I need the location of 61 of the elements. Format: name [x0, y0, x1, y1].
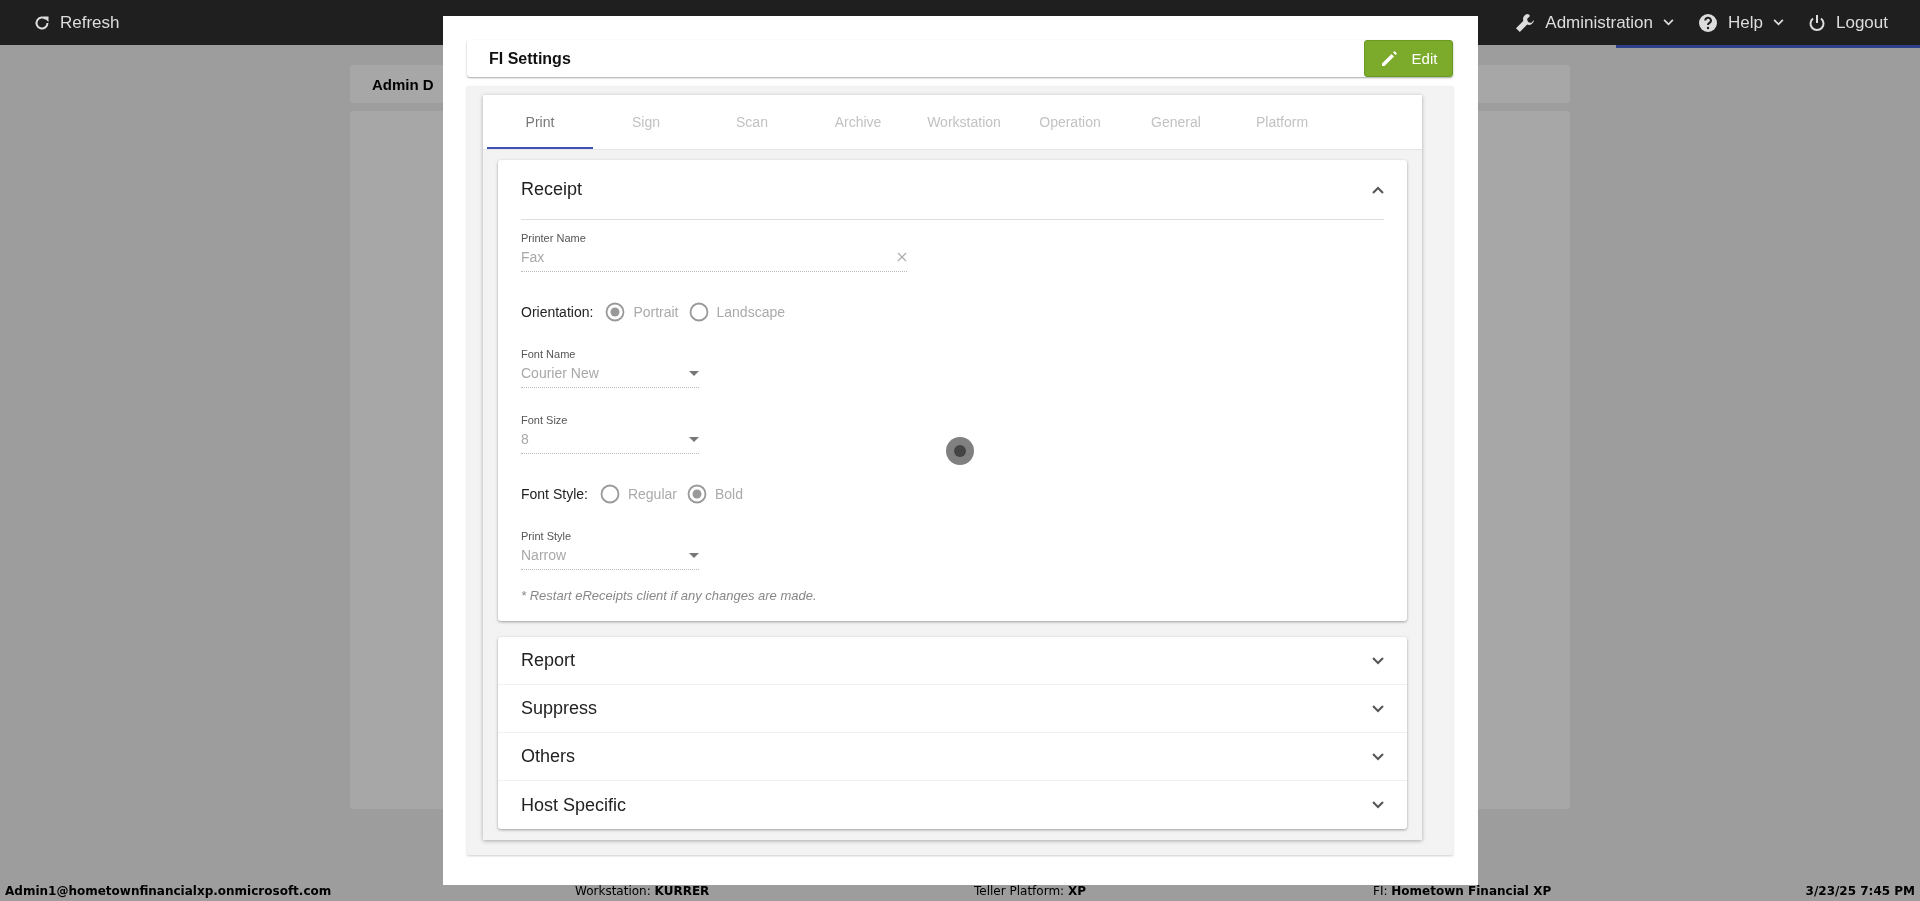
radio-icon[interactable]	[686, 484, 707, 504]
tab[interactable]: Print	[487, 95, 593, 149]
radio-option[interactable]: Portrait	[605, 302, 679, 322]
dropdown-field[interactable]: Courier New	[521, 365, 699, 388]
refresh-button[interactable]: Refresh	[22, 12, 132, 33]
chevron-down-icon	[1372, 656, 1384, 665]
chevron-down-icon	[1663, 19, 1675, 26]
power-icon	[1808, 13, 1826, 32]
status-datetime: 3/23/25 7:45 PM	[1805, 883, 1915, 898]
logout-button[interactable]: Logout	[1796, 12, 1900, 33]
card-title: Admin D	[372, 75, 434, 93]
radio-group-label: Orientation:	[521, 304, 594, 320]
chevron-down-icon	[1372, 704, 1384, 713]
radio-option[interactable]: Landscape	[688, 302, 785, 322]
tab[interactable]: Scan	[699, 95, 805, 149]
help-icon	[1698, 12, 1719, 33]
dropdown-arrow-icon	[689, 370, 699, 376]
tab[interactable]: Operation	[1017, 95, 1123, 149]
printer-name-field[interactable]: Fax	[521, 249, 907, 272]
pencil-icon	[1379, 49, 1398, 68]
radio-group-label: Font Style:	[521, 486, 588, 502]
tab[interactable]: Workstation	[911, 95, 1017, 149]
dropdown-arrow-icon	[689, 552, 699, 558]
radio-option[interactable]: Bold	[686, 484, 743, 504]
wrench-icon	[1515, 12, 1536, 33]
dropdown-field[interactable]: Narrow	[521, 547, 699, 570]
nav-menu[interactable]: Help	[1686, 12, 1796, 33]
section-header[interactable]: Others	[498, 733, 1407, 781]
clear-icon[interactable]	[897, 252, 907, 262]
radio-option[interactable]: Regular	[599, 484, 677, 504]
radio-icon[interactable]	[688, 302, 709, 322]
tab[interactable]: Archive	[805, 95, 911, 149]
note-text: * Restart eReceipts client if any changes are made.	[521, 588, 818, 603]
status-field: Teller Platform: XP	[974, 883, 1373, 898]
field-label: Font Name	[521, 348, 577, 360]
status-field: FI: Hometown Financial XP	[1373, 883, 1806, 898]
radio-icon[interactable]	[605, 302, 626, 322]
section-header[interactable]: Report	[498, 637, 1407, 685]
chevron-down-icon	[1372, 752, 1384, 761]
chevron-down-icon	[1372, 801, 1384, 809]
field-label: Font Size	[521, 414, 569, 426]
edit-button[interactable]: Edit	[1364, 40, 1453, 77]
nav-menu[interactable]: Administration	[1503, 12, 1687, 33]
refresh-icon	[34, 14, 50, 31]
section-header[interactable]: Receipt	[521, 160, 1384, 220]
status-field: Workstation: KURRER	[575, 883, 974, 898]
chevron-up-icon	[1372, 185, 1384, 194]
dropdown-arrow-icon	[689, 436, 699, 442]
chevron-down-icon	[1773, 19, 1784, 26]
user-email: Admin1@hometownfinancialxp.onmicrosoft.com	[5, 883, 333, 898]
field-label: Print Style	[521, 530, 573, 542]
field-label: Printer Name	[521, 232, 587, 244]
cursor-icon	[946, 437, 974, 465]
section-header[interactable]: Host Specific	[498, 781, 1407, 829]
dialog-title: FI Settings	[489, 49, 571, 68]
section-header[interactable]: Suppress	[498, 685, 1407, 733]
dropdown-field[interactable]: 8	[521, 431, 699, 454]
tab[interactable]: General	[1123, 95, 1229, 149]
tab[interactable]: Sign	[593, 95, 699, 149]
tab[interactable]: Platform	[1229, 95, 1335, 149]
radio-icon[interactable]	[599, 484, 620, 504]
